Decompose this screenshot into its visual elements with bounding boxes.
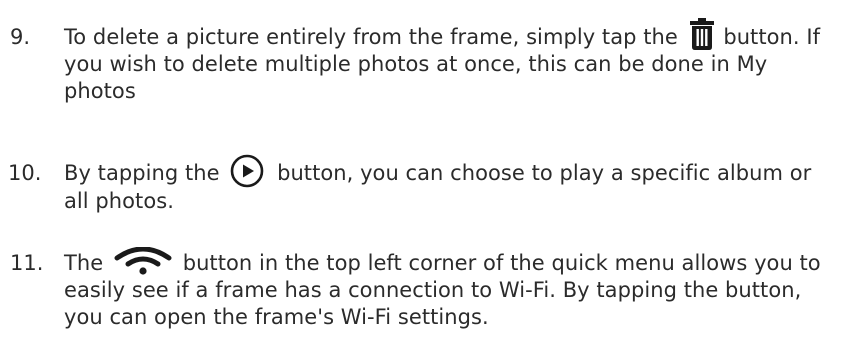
item-text-before: To delete a picture entirely from the fr… — [64, 25, 678, 49]
item-text: The button in the top left corner of the… — [64, 247, 834, 331]
item-text-before: The — [64, 251, 104, 275]
item-number: 9. — [10, 25, 31, 49]
item-number: 11. — [10, 251, 44, 275]
item-text-before: By tapping the — [64, 161, 220, 185]
item-text-after: button in the top left corner of the qui… — [64, 251, 821, 329]
item-number: 10. — [8, 161, 42, 185]
play-circle-icon — [230, 154, 264, 188]
trash-icon — [689, 18, 715, 50]
wifi-icon — [114, 247, 172, 275]
item-text: By tapping the button, you can choose to… — [64, 154, 834, 215]
item-text: To delete a picture entirely from the fr… — [64, 18, 834, 105]
